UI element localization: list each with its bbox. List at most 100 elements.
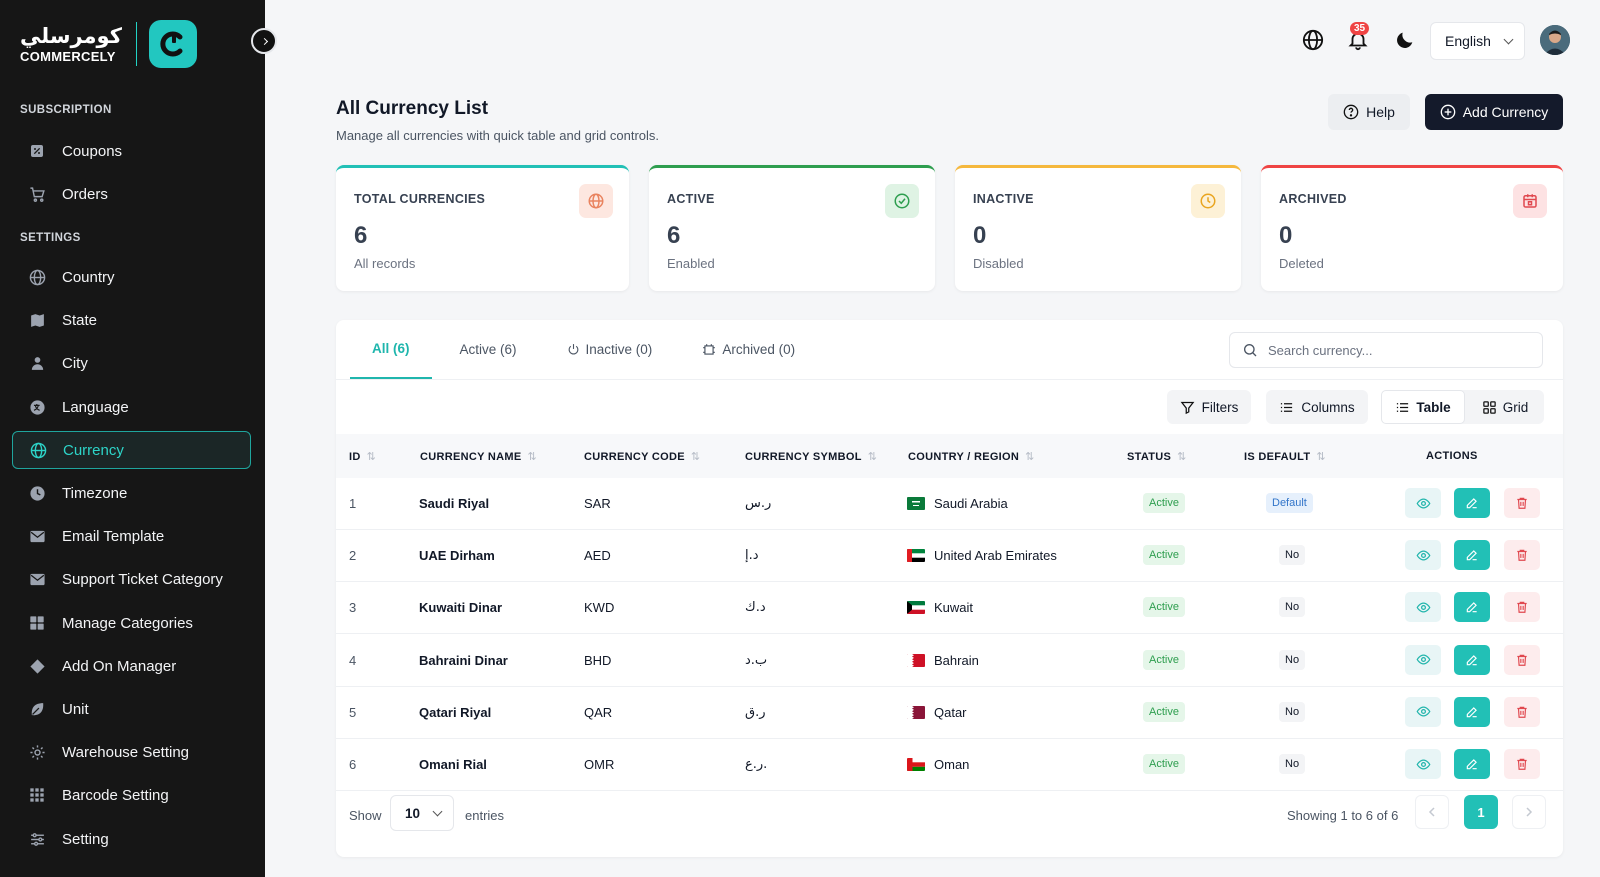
column-header-label: CURRENCY SYMBOL (745, 451, 862, 463)
sidebar-item-email-template[interactable]: Email Template (12, 517, 251, 555)
eye-icon (1416, 758, 1430, 770)
delete-button[interactable] (1504, 749, 1540, 779)
sidebar-item-label: State (62, 311, 98, 329)
sidebar-item-label: Warehouse Setting (62, 743, 190, 761)
default-badge: Default (1266, 493, 1313, 513)
column-header-currency-name[interactable]: CURRENCY NAME ⇅ (420, 450, 537, 463)
help-button[interactable]: Help (1328, 94, 1410, 130)
view-button[interactable] (1405, 488, 1441, 518)
cell-currency-symbol: د.ك (745, 600, 766, 616)
column-header-currency-symbol[interactable]: CURRENCY SYMBOL ⇅ (745, 450, 877, 463)
next-page-button[interactable] (1512, 795, 1546, 829)
stat-label: ARCHIVED (1279, 192, 1347, 206)
sidebar-item-country[interactable]: Country (12, 258, 251, 296)
language-icon (28, 398, 46, 416)
table-header: ID ⇅ CURRENCY NAME ⇅ CURRENCY CODE ⇅ CURRENCY … (336, 434, 1563, 478)
tabs-divider (336, 379, 1563, 380)
cell-currency-code: OMR (584, 757, 615, 772)
column-header-label: CURRENCY NAME (420, 451, 522, 463)
edit-button[interactable] (1454, 644, 1490, 675)
add-currency-button[interactable]: Add Currency (1425, 94, 1563, 130)
status-badge: Active (1143, 493, 1185, 513)
delete-button[interactable] (1504, 592, 1540, 623)
stat-caption: Deleted (1279, 256, 1324, 271)
table-view-button[interactable]: Table (1381, 390, 1465, 424)
brand-name-en: COMMERCELY (20, 48, 116, 64)
column-header-country-region[interactable]: COUNTRY / REGION ⇅ (908, 450, 1035, 463)
view-button[interactable] (1405, 592, 1441, 623)
sidebar-section-label: SUBSCRIPTION (20, 104, 112, 116)
page-button-current[interactable]: 1 (1464, 795, 1498, 829)
view-button[interactable] (1405, 749, 1441, 779)
status-badge: Active (1143, 701, 1185, 722)
tab-all[interactable]: All (6) (350, 320, 432, 379)
moon-icon[interactable] (1392, 27, 1418, 53)
sidebar-item-state[interactable]: State (12, 301, 251, 339)
view-button[interactable] (1405, 644, 1441, 675)
cell-currency-name: Kuwaiti Dinar (419, 600, 503, 616)
sidebar-item-city[interactable]: City (12, 344, 251, 382)
sidebar-item-add-on-manager[interactable]: Add On Manager (12, 647, 251, 685)
avatar[interactable] (1540, 25, 1570, 55)
column-header-currency-code[interactable]: CURRENCY CODE ⇅ (584, 450, 700, 463)
filters-button[interactable]: Filters (1167, 390, 1251, 424)
prev-page-button[interactable] (1415, 795, 1449, 829)
sidebar-item-coupons[interactable]: Coupons (12, 132, 251, 170)
search-box[interactable] (1229, 332, 1543, 368)
view-button[interactable] (1405, 696, 1441, 727)
stat-card-inactive: INACTIVE 0 Disabled (955, 165, 1241, 291)
status-badge: Active (1143, 597, 1185, 618)
search-input[interactable] (1268, 342, 1518, 358)
sidebar-item-timezone[interactable]: Timezone (12, 474, 251, 512)
eye-icon (1416, 550, 1430, 561)
check-circle-icon (885, 184, 919, 218)
sidebar-item-setting[interactable]: Setting (12, 820, 251, 858)
language-select[interactable]: English (1430, 22, 1525, 60)
trash-icon (1517, 654, 1527, 666)
sidebar-item-unit[interactable]: Unit (12, 690, 251, 728)
sidebar-item-warehouse-setting[interactable]: Warehouse Setting (12, 733, 251, 771)
edit-button[interactable] (1454, 540, 1490, 571)
tab-label: Archived (0) (722, 342, 796, 357)
delete-button[interactable] (1504, 540, 1540, 571)
flag-om-icon (907, 758, 925, 771)
column-header-status[interactable]: STATUS ⇅ (1127, 450, 1187, 463)
column-header-is-default[interactable]: IS DEFAULT ⇅ (1244, 450, 1326, 463)
building-icon (28, 354, 46, 372)
notification-badge: 35 (1350, 22, 1370, 35)
sidebar-item-currency[interactable]: Currency (12, 431, 251, 469)
tab-active[interactable]: Active (6) (438, 320, 539, 379)
stat-label: ACTIVE (667, 192, 715, 206)
delete-button[interactable] (1504, 696, 1540, 727)
stat-label: INACTIVE (973, 192, 1034, 206)
sidebar-collapse-button[interactable] (251, 28, 277, 54)
brand-logo[interactable]: كومرسلي COMMERCELY (20, 20, 197, 68)
sidebar-item-support-ticket-category[interactable]: Support Ticket Category (12, 560, 251, 598)
sidebar-item-label: Setting (62, 830, 109, 848)
globe-icon[interactable] (1300, 27, 1326, 53)
edit-button[interactable] (1454, 488, 1490, 518)
sidebar-item-orders[interactable]: Orders (12, 175, 251, 213)
edit-button[interactable] (1454, 749, 1490, 779)
sidebar-item-barcode-setting[interactable]: Barcode Setting (12, 776, 251, 814)
tab-inactive[interactable]: Inactive (0) (545, 320, 675, 379)
edit-button[interactable] (1454, 592, 1490, 623)
sidebar-item-language[interactable]: Language (12, 388, 251, 426)
search-icon (1244, 344, 1257, 357)
help-label: Help (1366, 104, 1395, 120)
sidebar-item-manage-categories[interactable]: Manage Categories (12, 604, 251, 642)
edit-button[interactable] (1454, 696, 1490, 727)
tab-archived[interactable]: Archived (0) (680, 320, 817, 379)
view-toggle: Table Grid (1381, 390, 1544, 424)
grid-view-button[interactable]: Grid (1469, 392, 1541, 422)
view-button[interactable] (1405, 540, 1441, 571)
page-title: All Currency List (336, 98, 489, 119)
entries-per-page-select[interactable]: 10 (390, 795, 454, 831)
columns-button[interactable]: Columns (1266, 390, 1368, 424)
delete-button[interactable] (1504, 644, 1540, 675)
clock-globe-icon (579, 184, 613, 218)
chevron-down-icon (1503, 34, 1514, 45)
column-header-id[interactable]: ID ⇅ (349, 450, 376, 463)
delete-button[interactable] (1504, 488, 1540, 518)
gear-icon (28, 743, 46, 761)
